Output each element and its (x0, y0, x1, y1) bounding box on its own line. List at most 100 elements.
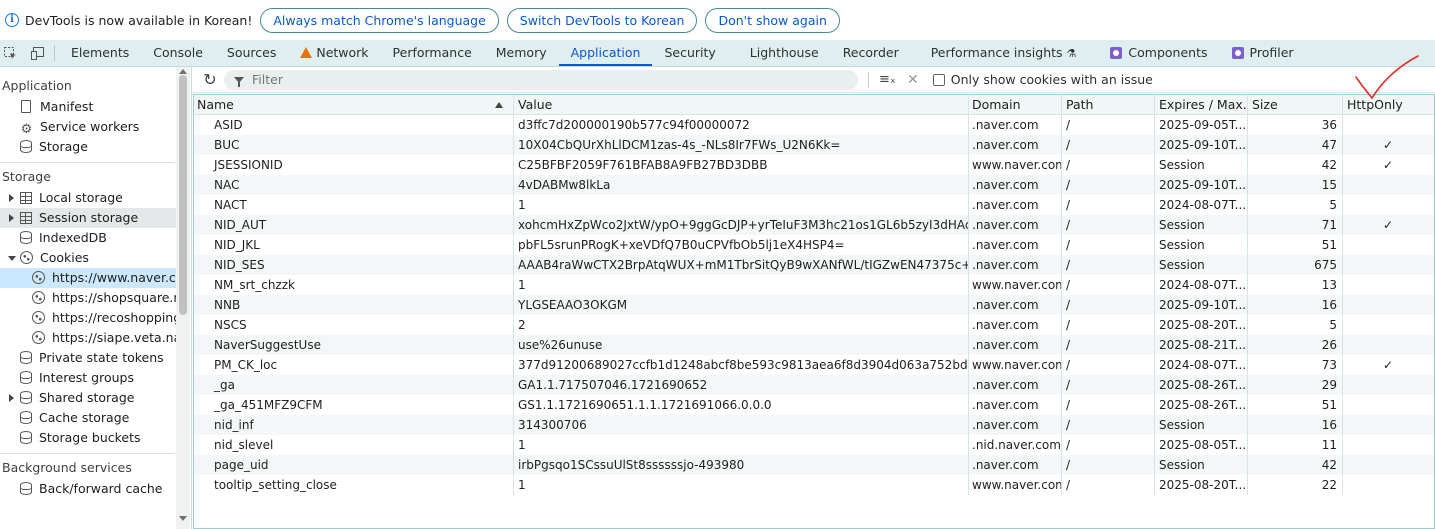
cell-expires: 2025-08-21T... (1155, 335, 1248, 355)
collapse-arrow-icon[interactable] (8, 256, 16, 261)
devtools-tab-bar: Elements Console Sources Network Perform… (0, 40, 1435, 67)
table-row[interactable]: page_uid irbPgsqo1SCssuUlSt8ssssssjo-4939… (194, 455, 1434, 475)
scroll-up-arrow-icon[interactable] (179, 69, 187, 74)
table-row[interactable]: NSCS 2 .naver.com/2025-08-20T... 5 (194, 315, 1434, 335)
cell-size: 47 (1248, 135, 1343, 155)
column-header-path[interactable]: Path (1062, 95, 1155, 114)
sidebar-cookie-site-naver[interactable]: https://www.naver.com (0, 268, 176, 288)
column-header-name[interactable]: Name (194, 95, 514, 114)
sidebar-item-storage[interactable]: Storage (0, 137, 176, 157)
table-row[interactable]: NID_AUT xohcmHxZpWco2JxtW/ypO+9ggGcDJP+yr… (194, 215, 1434, 235)
sidebar-item-storage-buckets[interactable]: Storage buckets (0, 428, 176, 448)
table-row[interactable]: ASID d3ffc7d200000190b577c94f00000072 .nav… (194, 115, 1434, 135)
sidebar-cookie-site-shopsquare[interactable]: https://shopsquare.naver.com (0, 288, 176, 308)
tab-performance-insights[interactable]: Performance insights ⚗ (919, 40, 1089, 66)
only-issue-checkbox[interactable] (932, 73, 945, 86)
sidebar-item-cookies[interactable]: Cookies (0, 248, 176, 268)
table-row[interactable]: NAC 4vDABMw8lkLa .naver.com/2025-09-10T...… (194, 175, 1434, 195)
column-header-value[interactable]: Value (514, 95, 969, 114)
table-row[interactable]: NID_JKL pbFL5srunPRogK+xeVDfQ7B0uCPVfbOb5… (194, 235, 1434, 255)
table-row[interactable]: NNB YLGSEAAO3OKGM .naver.com/2025-09-10T..… (194, 295, 1434, 315)
device-toolbar-icon[interactable] (31, 46, 44, 60)
tab-sources[interactable]: Sources (215, 40, 288, 66)
table-row[interactable]: nid_slevel 1 .nid.naver.com/2025-08-05T...… (194, 435, 1434, 455)
sidebar-item-service-workers[interactable]: ⚙ Service workers (0, 117, 176, 137)
cell-name: NSCS (194, 315, 514, 335)
sidebar-cookie-site-siape[interactable]: https://siape.veta.naver.com (0, 328, 176, 348)
cell-expires: 2025-08-20T... (1155, 475, 1248, 495)
cell-path: / (1062, 275, 1155, 295)
cell-value: GA1.1.717507046.1721690652 (514, 375, 969, 395)
cell-name: _ga (194, 375, 514, 395)
expand-arrow-icon[interactable] (9, 194, 14, 202)
cell-size: 51 (1248, 235, 1343, 255)
cell-name: NID_AUT (194, 215, 514, 235)
tab-profiler[interactable]: Profiler (1220, 40, 1306, 66)
cell-size: 42 (1248, 155, 1343, 175)
tab-recorder[interactable]: Recorder (831, 40, 911, 66)
cell-size: 13 (1248, 275, 1343, 295)
switch-to-korean-button[interactable]: Switch DevTools to Korean (506, 7, 698, 33)
cell-size: 51 (1248, 395, 1343, 415)
table-row[interactable]: BUC 10X04CbQUrXhLlDCM1zas-4s_-NLs8Ir7FWs_… (194, 135, 1434, 155)
table-row[interactable]: PM_CK_loc 377d91200689027ccfb1d1248abcf8b… (194, 355, 1434, 375)
scrollbar-thumb[interactable] (179, 75, 187, 315)
table-row[interactable]: NM_srt_chzzk 1 www.naver.com/2024-08-07T..… (194, 275, 1434, 295)
tab-security[interactable]: Security (652, 40, 727, 66)
cell-domain: www.naver.com (969, 155, 1062, 175)
refresh-icon[interactable]: ↻ (201, 70, 219, 89)
react-components-icon (1110, 47, 1123, 59)
scroll-down-arrow-icon[interactable] (179, 516, 187, 521)
table-row[interactable]: tooltip_setting_close 1 www.naver.com/2025… (194, 475, 1434, 495)
table-row[interactable]: nid_inf 314300706 .naver.com / Session 16 (194, 415, 1434, 435)
cell-domain: .naver.com (969, 455, 1062, 475)
dont-show-again-button[interactable]: Don't show again (705, 7, 840, 33)
tab-network[interactable]: Network (288, 40, 380, 66)
sidebar-scrollbar[interactable] (176, 67, 190, 529)
always-match-language-button[interactable]: Always match Chrome's language (260, 7, 499, 33)
cell-httponly (1343, 195, 1435, 215)
cell-path: / (1062, 375, 1155, 395)
inspect-element-icon[interactable] (4, 46, 17, 60)
sidebar-cookie-site-recoshopping[interactable]: https://recoshopping.naver.com (0, 308, 176, 328)
table-row[interactable]: _ga GA1.1.717507046.1721690652 .naver.com /… (194, 375, 1434, 395)
table-row[interactable]: _ga_451MFZ9CFM GS1.1.1721690651.1.1.17216… (194, 395, 1434, 415)
sidebar-item-cache-storage[interactable]: Cache storage (0, 408, 176, 428)
language-infobar: i DevTools is now available in Korean! A… (0, 0, 1435, 40)
table-row[interactable]: NACT 1 .naver.com/2024-08-07T... 5 (194, 195, 1434, 215)
tab-console[interactable]: Console (141, 40, 215, 66)
cell-value: xohcmHxZpWco2JxtW/ypO+9ggGcDJP+yrTeIuF3M… (514, 215, 969, 235)
table-row[interactable]: NID_SES AAAB4raWwCTX2BrpAtqWUX+mM1TbrSitQ… (194, 255, 1434, 275)
column-header-size[interactable]: Size (1248, 95, 1343, 114)
sidebar-item-back-forward-cache[interactable]: Back/forward cache (0, 479, 176, 499)
column-header-expires[interactable]: Expires / Max... (1155, 95, 1248, 114)
cell-domain: .naver.com (969, 315, 1062, 335)
column-header-domain[interactable]: Domain (969, 95, 1062, 114)
expand-arrow-icon[interactable] (9, 394, 14, 402)
cell-path: / (1062, 155, 1155, 175)
sidebar-item-interest-groups[interactable]: Interest groups (0, 368, 176, 388)
tab-performance[interactable]: Performance (381, 40, 484, 66)
sidebar-item-private-state-tokens[interactable]: Private state tokens (0, 348, 176, 368)
sidebar-item-indexeddb[interactable]: IndexedDB (0, 228, 176, 248)
tab-elements[interactable]: Elements (59, 40, 141, 66)
tab-application[interactable]: Application (558, 40, 653, 66)
tab-memory[interactable]: Memory (484, 40, 559, 66)
database-icon (20, 231, 32, 244)
tab-components[interactable]: Components (1098, 40, 1219, 66)
sidebar-item-manifest[interactable]: Manifest (0, 97, 176, 117)
sidebar-item-local-storage[interactable]: Local storage (0, 188, 176, 208)
delete-selected-icon[interactable]: ✕ (907, 72, 919, 88)
expand-arrow-icon[interactable] (9, 214, 14, 222)
sidebar-item-session-storage[interactable]: Session storage (0, 208, 176, 228)
cell-httponly (1343, 335, 1435, 355)
infobar-message: DevTools is now available in Korean! (25, 12, 253, 28)
sidebar-item-shared-storage[interactable]: Shared storage (0, 388, 176, 408)
tab-lighthouse[interactable]: Lighthouse (738, 40, 831, 66)
table-row[interactable]: NaverSuggestUse use%26unuse .naver.com/202… (194, 335, 1434, 355)
clear-all-icon[interactable]: ≡ₓ (879, 72, 896, 87)
cell-size: 15 (1248, 175, 1343, 195)
filter-box[interactable] (224, 69, 858, 90)
table-row[interactable]: JSESSIONID C25BFBF2059F761BFAB8A9FB27BD3D… (194, 155, 1434, 175)
filter-input[interactable] (252, 72, 832, 87)
